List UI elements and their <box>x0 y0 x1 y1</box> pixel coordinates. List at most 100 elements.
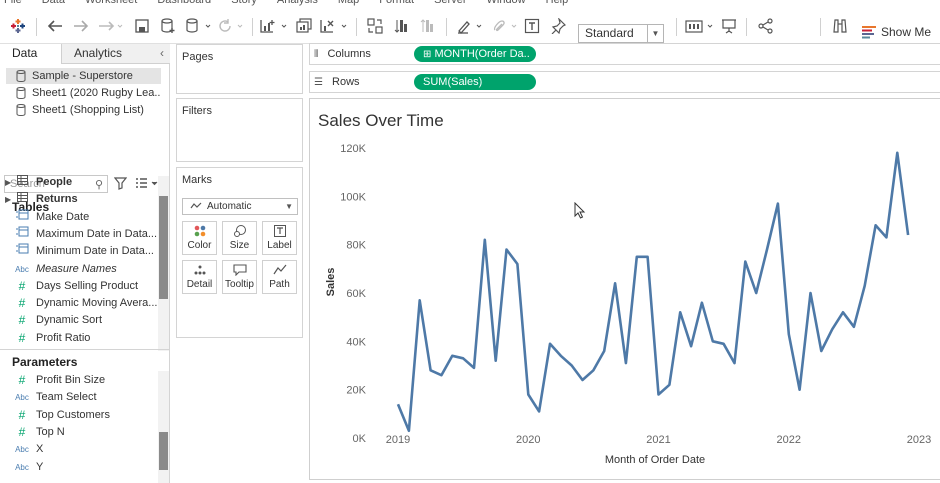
x-tick-label: 2021 <box>646 434 670 446</box>
x-tick-label: 2019 <box>386 434 410 446</box>
field-item[interactable]: Abc Measure Names <box>0 261 158 278</box>
datasource-item[interactable]: Sheet1 (Shopping List) <box>6 102 161 118</box>
parameters-scrollbar-thumb[interactable] <box>159 432 168 470</box>
rows-label: ☰ Rows <box>314 76 360 88</box>
datasource-item[interactable]: Sample - Superstore <box>6 68 161 84</box>
rows-shelf[interactable]: ☰ Rows SUM(Sales) <box>309 71 940 93</box>
rows-pill[interactable]: SUM(Sales) <box>414 74 536 90</box>
pause-updates-icon[interactable] <box>184 16 214 36</box>
field-item[interactable]: # Dynamic Moving Avera... <box>0 295 158 312</box>
show-me-button[interactable]: Show Me <box>862 25 931 39</box>
parameter-item[interactable]: # Top N <box>0 424 158 441</box>
fix-axes-icon[interactable] <box>548 16 568 36</box>
menu-item[interactable]: Worksheet <box>85 0 137 6</box>
show-cards-icon[interactable] <box>684 16 716 36</box>
parameter-item[interactable]: # Profit Bin Size <box>0 372 158 389</box>
x-axis-title: Month of Order Date <box>605 454 705 466</box>
label-button[interactable]: Label <box>262 221 297 255</box>
menu-item[interactable]: Window <box>487 0 526 6</box>
parameter-item[interactable]: Abc X <box>0 441 158 458</box>
viz-area[interactable]: Sales Over Time 0K 20K 40K 60K 80K 100K 120K 20… <box>309 98 940 480</box>
date-field-icon <box>13 226 31 243</box>
collapse-pane-icon[interactable]: ‹ <box>160 44 164 63</box>
columns-pill[interactable]: ⊞ MONTH(Order Da.. <box>414 46 536 62</box>
field-item[interactable]: # Dynamic Sort <box>0 312 158 329</box>
field-item[interactable]: Make Date <box>0 209 158 226</box>
size-button[interactable]: Size <box>222 221 257 255</box>
swap-rows-columns-icon[interactable] <box>365 16 385 36</box>
parameter-item[interactable]: # Top Customers <box>0 407 158 424</box>
group-members-icon[interactable] <box>490 16 520 36</box>
line-chart[interactable]: 0K 20K 40K 60K 80K 100K 120K 2019 2020 2021 2022 20… <box>310 99 940 481</box>
string-field-icon: Abc <box>15 445 29 455</box>
field-item[interactable]: # Profit Ratio <box>0 330 158 347</box>
menu-item[interactable]: Format <box>379 0 414 6</box>
presentation-mode-icon[interactable] <box>719 16 739 36</box>
replay-icon[interactable] <box>96 16 126 36</box>
parameter-item[interactable]: Abc Team Select <box>0 389 158 406</box>
menu-item[interactable]: Help <box>546 0 569 6</box>
field-item[interactable]: Minimum Date in Data... <box>0 243 158 260</box>
number-field-icon: # <box>18 296 26 311</box>
tableau-logo-icon[interactable] <box>8 16 28 36</box>
duplicate-sheet-icon[interactable] <box>294 16 314 36</box>
fit-select[interactable]: Standard ▼ <box>578 24 664 43</box>
chevron-down-icon[interactable]: ▼ <box>647 25 663 42</box>
undo-icon[interactable] <box>45 16 65 36</box>
menu-item[interactable]: Analysis <box>277 0 318 6</box>
filters-title: Filters <box>182 105 212 117</box>
explain-data-icon[interactable] <box>830 16 850 36</box>
line-mark-icon <box>190 202 202 209</box>
field-item[interactable]: ▶ People <box>0 174 158 191</box>
tooltip-button[interactable]: Tooltip <box>222 260 257 294</box>
detail-button[interactable]: Detail <box>182 260 217 294</box>
path-button[interactable]: Path <box>262 260 297 294</box>
sort-descending-icon[interactable] <box>418 16 438 36</box>
tab-data[interactable]: Data <box>0 44 62 64</box>
tables-scrollbar-thumb[interactable] <box>159 196 168 299</box>
sort-ascending-icon[interactable] <box>392 16 412 36</box>
parameters-heading: Parameters <box>12 355 78 369</box>
filters-card[interactable]: Filters <box>176 98 303 162</box>
expand-icon[interactable]: ▶ <box>5 191 11 208</box>
expand-icon[interactable]: ▶ <box>5 174 11 191</box>
show-mark-labels-icon[interactable] <box>522 16 542 36</box>
tab-analytics[interactable]: Analytics ‹ <box>62 44 170 64</box>
number-field-icon: # <box>18 373 26 387</box>
field-item[interactable]: Maximum Date in Data... <box>0 226 158 243</box>
pages-card[interactable]: Pages <box>176 44 303 94</box>
new-datasource-icon[interactable] <box>158 16 178 36</box>
y-tick-label: 120K <box>340 143 366 155</box>
share-icon[interactable] <box>756 16 776 36</box>
date-field-icon <box>13 209 31 226</box>
menu-item[interactable]: Data <box>42 0 65 6</box>
color-icon <box>183 222 216 240</box>
table-icon <box>13 174 31 191</box>
menu-item[interactable]: Dashboard <box>157 0 211 6</box>
toolbar: Standard ▼ Show Me <box>0 8 940 44</box>
redo-icon[interactable] <box>71 16 91 36</box>
menu-item[interactable]: Server <box>434 0 466 6</box>
database-icon <box>16 104 26 116</box>
expand-pill-icon[interactable]: ⊞ <box>423 49 431 60</box>
mouse-cursor-icon <box>574 202 586 219</box>
datasource-item[interactable]: Sheet1 (2020 Rugby Lea... <box>6 85 161 101</box>
refresh-icon[interactable] <box>216 16 246 36</box>
save-icon[interactable] <box>132 16 152 36</box>
rows-icon: ☰ <box>314 77 323 88</box>
data-pane: Data Analytics ‹ Sample - Superstore Shee… <box>0 44 170 483</box>
columns-shelf[interactable]: ⦀ Columns ⊞ MONTH(Order Da.. <box>309 43 940 65</box>
color-button[interactable]: Color <box>182 221 217 255</box>
clear-sheet-icon[interactable] <box>318 16 350 36</box>
string-field-icon: Abc <box>15 264 29 274</box>
number-field-icon: # <box>18 313 26 328</box>
field-item[interactable]: ▶ Returns <box>0 191 158 208</box>
new-worksheet-icon[interactable] <box>258 16 290 36</box>
menu-item[interactable]: File <box>4 0 22 6</box>
highlight-icon[interactable] <box>455 16 485 36</box>
mark-type-select[interactable]: Automatic ▼ <box>182 198 298 215</box>
field-item[interactable]: # Days Selling Product <box>0 278 158 295</box>
parameter-item[interactable]: Abc Y <box>0 459 158 476</box>
menu-item[interactable]: Story <box>231 0 257 6</box>
menu-item[interactable]: Map <box>338 0 359 6</box>
